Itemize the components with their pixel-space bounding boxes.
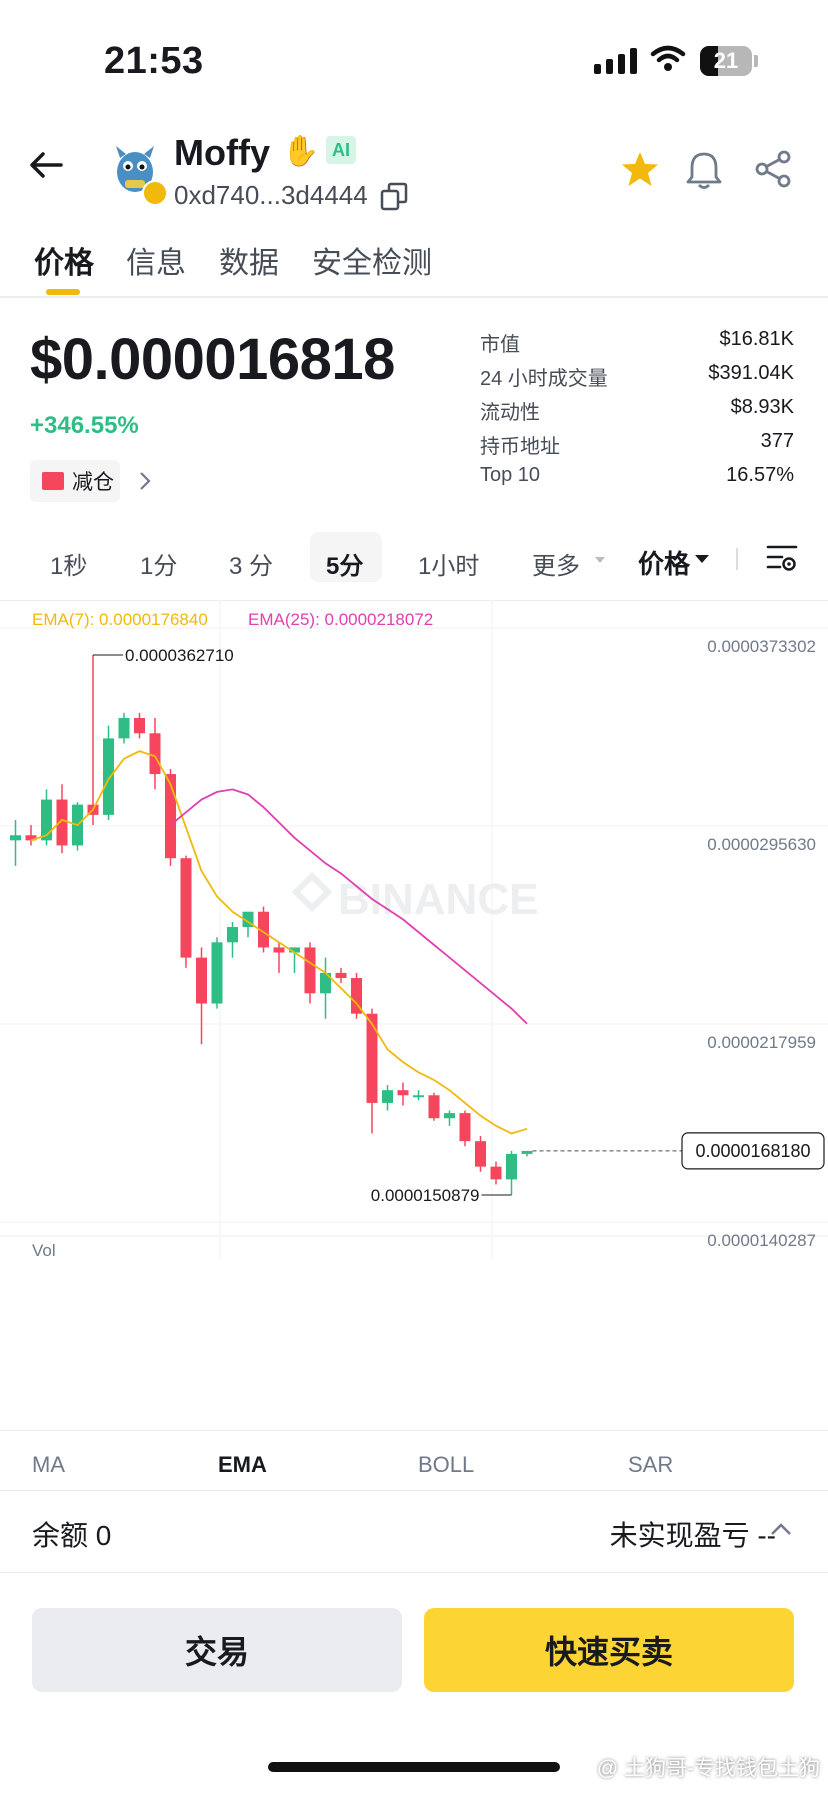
- candle-body: [444, 1113, 455, 1119]
- candle-body: [397, 1090, 409, 1096]
- candle-body: [335, 972, 347, 979]
- y-axis-label: 0.0000217959: [707, 1033, 816, 1052]
- more-caret-icon: [595, 557, 605, 563]
- ai-badge: AI: [326, 136, 356, 164]
- candle-body: [196, 957, 207, 1004]
- chevron-right-icon[interactable]: [138, 470, 152, 492]
- indicator-ema[interactable]: EMA: [218, 1452, 267, 1478]
- indicator-ma[interactable]: MA: [32, 1452, 65, 1478]
- candle-body: [211, 942, 223, 1004]
- y-axis-label: 0.0000373302: [707, 637, 816, 656]
- price-change: +346.55%: [30, 412, 139, 439]
- candle-body: [413, 1095, 424, 1098]
- binance-logo-icon: [291, 871, 333, 913]
- tab-price[interactable]: 价格: [34, 238, 94, 282]
- divider: [0, 1490, 828, 1491]
- candle-body: [273, 947, 285, 953]
- divider: [0, 1572, 828, 1573]
- divider: [0, 1430, 828, 1431]
- wifi-icon: [650, 45, 686, 71]
- candle-body: [490, 1166, 502, 1180]
- current-price-label: 0.0000168180: [695, 1141, 810, 1161]
- ema25-legend: EMA(25): 0.0000218072: [248, 610, 434, 629]
- stat-label-holders: 持币地址: [480, 436, 560, 458]
- battery-icon: 21: [700, 46, 752, 76]
- balance: 余额 0: [32, 1520, 112, 1551]
- home-indicator: [268, 1762, 560, 1772]
- contract-address[interactable]: 0xd740...3d4444: [174, 180, 368, 211]
- unrealized-pnl: 未实现盈亏 --: [609, 1520, 776, 1551]
- timeframe-5m[interactable]: 5分: [326, 546, 363, 581]
- indicator-boll[interactable]: BOLL: [418, 1452, 474, 1478]
- chain-badge-icon: [142, 180, 168, 206]
- chart-settings-icon[interactable]: [766, 544, 798, 572]
- current-price: $0.000016818: [30, 327, 395, 392]
- favorite-star-icon[interactable]: [620, 150, 660, 188]
- candle-body: [118, 717, 130, 739]
- candle-body: [428, 1095, 440, 1119]
- stat-value-volume: $391.04K: [708, 362, 794, 384]
- stat-label-liquidity: 流动性: [480, 402, 540, 424]
- stat-value-liquidity: $8.93K: [730, 396, 794, 418]
- candle-body: [382, 1090, 393, 1103]
- y-axis-label: 0.0000295630: [707, 835, 816, 854]
- candle-body: [459, 1113, 471, 1142]
- stat-value-market-cap: $16.81K: [719, 328, 794, 350]
- tab-data[interactable]: 数据: [219, 238, 279, 282]
- candle-body: [227, 927, 238, 943]
- candle-body: [149, 733, 161, 775]
- chevron-up-icon[interactable]: [770, 1522, 792, 1536]
- volume-label: Vol: [32, 1241, 56, 1260]
- candle-body: [180, 858, 192, 958]
- candle-body: [506, 1153, 517, 1180]
- binance-watermark: BINANCE: [338, 875, 538, 924]
- status-time: 21:53: [104, 40, 204, 82]
- candle-body: [521, 1150, 533, 1154]
- candle-body: [475, 1141, 486, 1167]
- stat-value-top10: 16.57%: [726, 464, 794, 486]
- active-tab-indicator: [46, 289, 80, 295]
- back-arrow-icon[interactable]: [28, 150, 64, 180]
- battery-level: 21: [713, 48, 739, 73]
- indicator-sar[interactable]: SAR: [628, 1452, 673, 1478]
- battery-cap: [754, 55, 758, 67]
- watermark: @ 土狗哥-专找钱包土狗: [596, 1757, 820, 1780]
- toolbar-separator: [736, 548, 738, 570]
- price-chart[interactable]: BINANCE 0.0000362710 0.0000150879 0.0000168…: [0, 600, 828, 1260]
- tab-info[interactable]: 信息: [126, 238, 186, 282]
- ema7-legend: EMA(7): 0.0000176840: [32, 610, 208, 629]
- divider: [0, 296, 828, 298]
- copy-icon[interactable]: [380, 182, 408, 212]
- price-type-dropdown[interactable]: 价格: [638, 544, 690, 581]
- tab-security-check[interactable]: 安全检测: [312, 238, 432, 282]
- dropdown-caret-icon[interactable]: [694, 554, 710, 564]
- reduce-position-badge[interactable]: 减仓: [30, 460, 120, 502]
- stat-value-holders: 377: [760, 430, 794, 452]
- waving-hand-icon: ✋: [282, 135, 320, 168]
- bell-icon[interactable]: [686, 150, 722, 190]
- token-name: Moffy: [174, 132, 270, 173]
- candle-body: [10, 835, 21, 841]
- low-price-label: 0.0000150879: [371, 1186, 480, 1205]
- timeframe-1m[interactable]: 1分: [140, 546, 177, 581]
- timeframe-more[interactable]: 更多: [532, 546, 580, 581]
- y-axis-label: 0.0000140287: [707, 1231, 816, 1250]
- timeframe-1s[interactable]: 1秒: [50, 546, 87, 581]
- trade-button[interactable]: 交易: [32, 1608, 402, 1692]
- candle-body: [304, 947, 316, 994]
- candle-body: [134, 717, 145, 734]
- candle-body: [366, 1013, 378, 1103]
- timeframe-1h[interactable]: 1小时: [418, 546, 479, 581]
- candle-body: [103, 738, 114, 815]
- quick-trade-button[interactable]: 快速买卖: [424, 1608, 794, 1692]
- timeframe-3m[interactable]: 3 分: [229, 546, 273, 581]
- stat-label-volume: 24 小时成交量: [480, 368, 608, 390]
- reduce-icon: [42, 472, 64, 490]
- stat-label-market-cap: 市值: [480, 334, 520, 356]
- high-price-label: 0.0000362710: [125, 646, 234, 665]
- cellular-signal-icon: [594, 48, 637, 74]
- stat-label-top10: Top 10: [480, 464, 541, 486]
- reduce-label: 减仓: [72, 471, 114, 494]
- share-icon[interactable]: [754, 150, 792, 188]
